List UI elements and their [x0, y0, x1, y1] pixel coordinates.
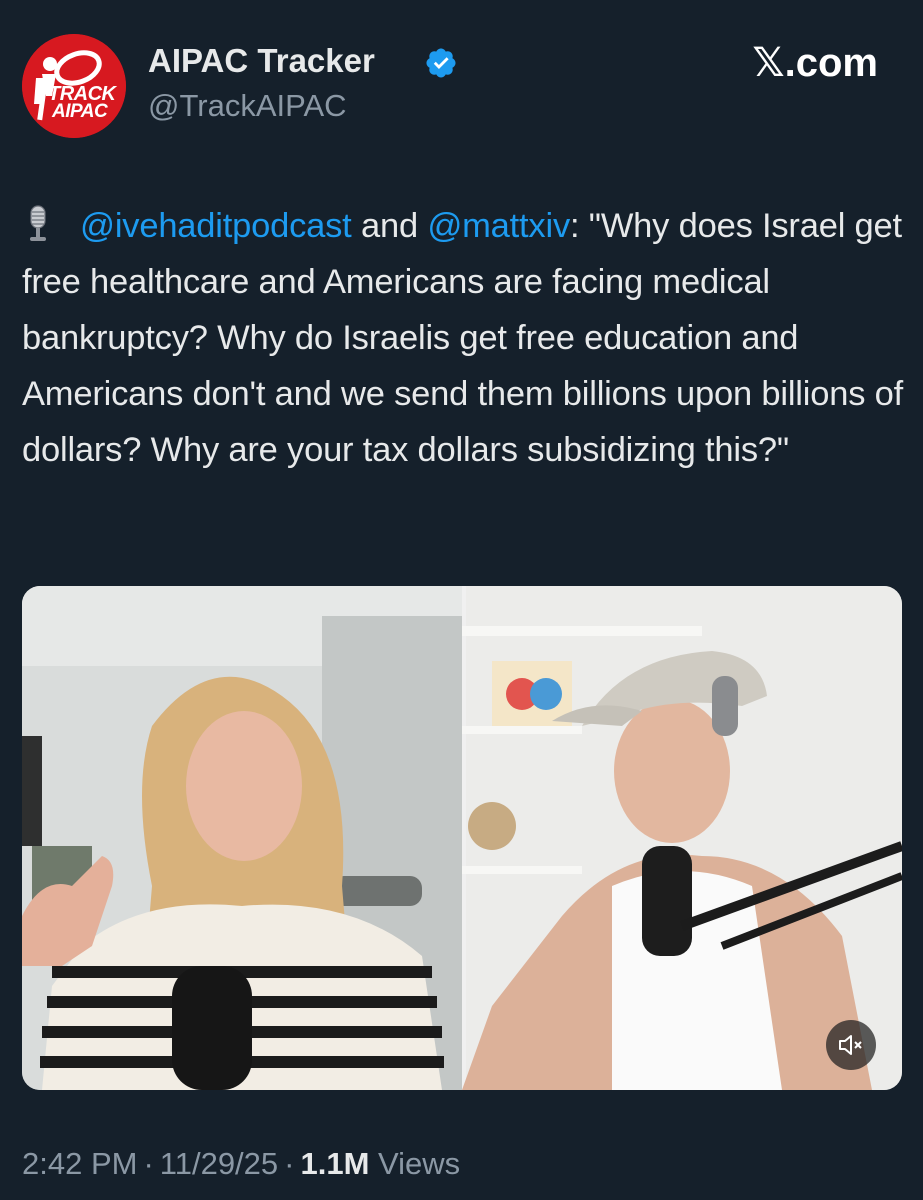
separator: · [284, 1146, 295, 1181]
mute-toggle-button[interactable] [826, 1020, 876, 1070]
tweet-text: @ivehaditpodcast and @mattxiv: "Why does… [22, 198, 907, 478]
tweet-time[interactable]: 2:42 PM [22, 1146, 137, 1181]
avatar-text-aipac: AIPAC [52, 101, 108, 122]
video-player[interactable] [22, 586, 902, 1090]
mention-mattxiv[interactable]: @mattxiv [427, 207, 570, 245]
video-frame [22, 586, 902, 1090]
tweet-footer: 2:42 PM · 11/29/25 · 1.1M Views [22, 1146, 460, 1182]
avatar[interactable]: TRACK AIPAC [22, 34, 126, 138]
separator: · [143, 1146, 154, 1181]
tweet-body: : "Why does Israel get free healthcare a… [22, 207, 904, 469]
mention-ivehaditpodcast[interactable]: @ivehaditpodcast [80, 207, 352, 245]
x-com-watermark: 𝕏.com [752, 40, 878, 86]
tweet-header: TRACK AIPAC AIPAC Tracker @TrackAIPAC 𝕏.… [22, 28, 902, 138]
speaker-muted-icon [839, 1035, 862, 1055]
x-logo-icon: 𝕏 [752, 40, 785, 86]
views-label: Views [378, 1146, 461, 1181]
verified-badge-icon [426, 48, 456, 78]
studio-microphone-icon [30, 205, 46, 241]
tweet-date[interactable]: 11/29/25 [160, 1146, 278, 1181]
author-name[interactable]: AIPAC Tracker [148, 42, 375, 80]
tweet-text-connector: and [351, 207, 428, 245]
views-count: 1.1M [300, 1146, 370, 1181]
author-handle[interactable]: @TrackAIPAC [148, 88, 347, 124]
x-com-label: .com [784, 41, 878, 85]
